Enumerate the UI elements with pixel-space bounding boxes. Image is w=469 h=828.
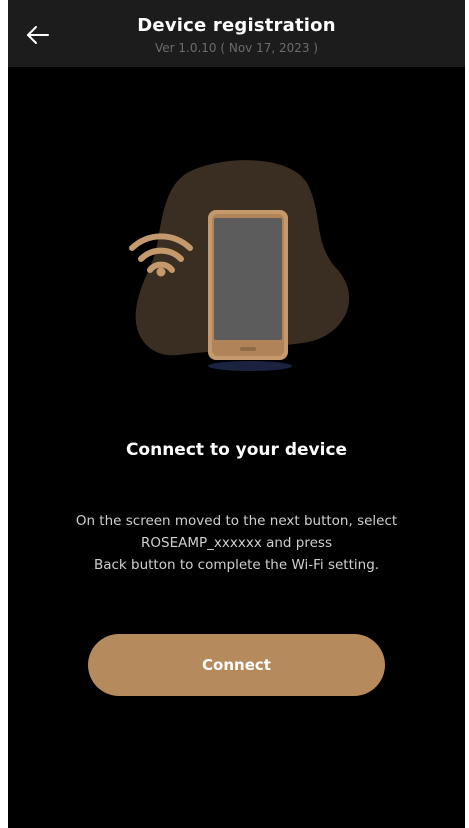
- instruction-line: On the screen moved to the next button, …: [75, 513, 398, 529]
- instruction-line: ROSEAMP_xxxxxx and press: [141, 535, 332, 551]
- device-illustration: [129, 160, 350, 371]
- instruction-text: On the screen moved to the next button, …: [28, 510, 445, 576]
- connect-button[interactable]: Connect: [88, 634, 385, 696]
- smartphone-icon: [208, 210, 288, 360]
- page-title: Device registration: [137, 15, 336, 36]
- version-label: Ver 1.0.10 ( Nov 17, 2023 ): [154, 41, 319, 55]
- app-header: Device registration Ver 1.0.10 ( Nov 17,…: [8, 0, 465, 67]
- device-registration-screen: Device registration Ver 1.0.10 ( Nov 17,…: [8, 0, 465, 828]
- connect-button-label: Connect: [202, 656, 271, 674]
- phone-shadow: [208, 361, 292, 371]
- connect-heading: Connect to your device: [125, 440, 348, 460]
- instruction-line: Back button to complete the Wi-Fi settin…: [93, 557, 380, 573]
